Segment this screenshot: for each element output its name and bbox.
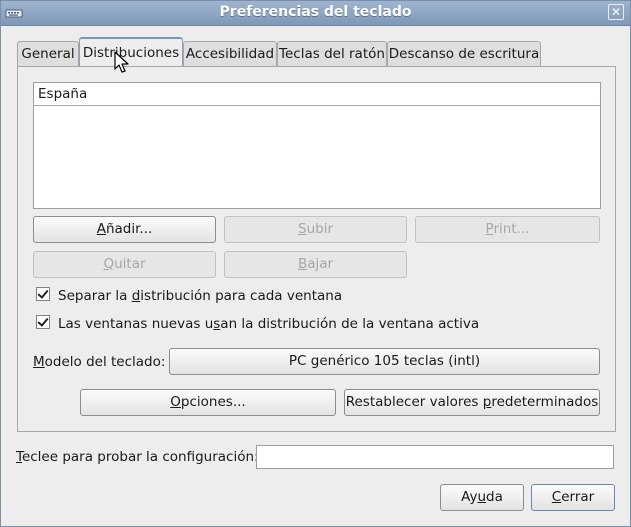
mouse-pointer-icon bbox=[114, 51, 129, 73]
tab-accesibilidad[interactable]: Accesibilidad bbox=[183, 41, 277, 67]
button-text: rint... bbox=[493, 221, 530, 237]
tab-descanso-escritura[interactable]: Descanso de escritura bbox=[387, 41, 541, 67]
button-text: ajar bbox=[307, 256, 334, 272]
layouts-list[interactable]: España bbox=[33, 82, 601, 209]
list-item-label: España bbox=[38, 86, 88, 102]
new-windows-layout-checkbox[interactable] bbox=[36, 315, 50, 329]
test-field-label: Teclee para probar la configuración: bbox=[16, 448, 259, 466]
tab-label: General bbox=[21, 46, 75, 62]
mnemonic: Q bbox=[103, 256, 115, 272]
mnemonic: u bbox=[477, 489, 487, 505]
mnemonic: B bbox=[297, 256, 308, 272]
keyboard-model-label: Modelo del teclado: bbox=[33, 353, 165, 371]
separate-layout-checkbox[interactable] bbox=[36, 287, 50, 301]
mnemonic: S bbox=[297, 221, 307, 237]
checkbox-label: an la distribución de la ventana activa bbox=[220, 316, 480, 332]
mnemonic: C bbox=[551, 489, 562, 505]
button-text: redeterminados bbox=[491, 394, 599, 410]
distribuciones-panel: España Añadir... Subir Print... Quitar B… bbox=[17, 66, 616, 432]
button-text: ñadir... bbox=[105, 221, 153, 237]
button-text: da bbox=[486, 489, 503, 505]
mnemonic: O bbox=[170, 394, 181, 410]
mnemonic: d bbox=[131, 288, 141, 304]
button-text: uitar bbox=[114, 256, 146, 272]
keyboard-preferences-window: Preferencias del teclado ✕ General Distr… bbox=[0, 0, 631, 527]
print-button[interactable]: Print... bbox=[415, 216, 600, 243]
reset-defaults-button[interactable]: Restablecer valores predeterminados bbox=[344, 389, 600, 416]
button-text: errar bbox=[561, 489, 595, 505]
tab-label: Accesibilidad bbox=[185, 46, 275, 62]
tab-label: Descanso de escritura bbox=[388, 46, 540, 62]
close-icon: ✕ bbox=[610, 5, 622, 19]
label-text: eclee para probar la configuración: bbox=[21, 449, 259, 465]
tab-teclas-raton[interactable]: Teclas del ratón bbox=[277, 41, 387, 67]
new-windows-layout-checkbox-row[interactable]: Las ventanas nuevas usan la distribución… bbox=[36, 315, 479, 333]
close-button[interactable]: Cerrar bbox=[531, 484, 615, 511]
add-button[interactable]: Añadir... bbox=[33, 216, 216, 243]
help-button[interactable]: Ayuda bbox=[440, 484, 524, 511]
checkbox-label: Separar la bbox=[58, 288, 132, 304]
keyboard-model-button[interactable]: PC genérico 105 teclas (intl) bbox=[169, 348, 600, 375]
close-window-button[interactable]: ✕ bbox=[608, 4, 624, 20]
label-text: odelo del teclado: bbox=[44, 354, 166, 370]
button-text: pciones... bbox=[180, 394, 246, 410]
remove-button[interactable]: Quitar bbox=[33, 251, 216, 278]
tab-general[interactable]: General bbox=[17, 41, 79, 67]
move-up-button[interactable]: Subir bbox=[224, 216, 407, 243]
checkbox-label: istribución para cada ventana bbox=[140, 288, 343, 304]
button-text: Restablecer valores bbox=[345, 394, 483, 410]
checkbox-label: Las ventanas nuevas u bbox=[58, 316, 214, 332]
list-item[interactable]: España bbox=[34, 83, 600, 106]
button-text: Ay bbox=[461, 489, 478, 505]
window-title: Preferencias del teclado bbox=[219, 4, 412, 20]
button-text: ubir bbox=[306, 221, 333, 237]
test-input[interactable] bbox=[256, 445, 614, 469]
keyboard-model-value: PC genérico 105 teclas (intl) bbox=[288, 353, 481, 369]
options-button[interactable]: Opciones... bbox=[80, 389, 336, 416]
mnemonic: M bbox=[33, 354, 45, 370]
tab-label: Teclas del ratón bbox=[279, 46, 385, 62]
mnemonic: A bbox=[96, 221, 106, 237]
title-bar[interactable]: Preferencias del teclado ✕ bbox=[1, 1, 630, 26]
move-down-button[interactable]: Bajar bbox=[224, 251, 407, 278]
separate-layout-checkbox-row[interactable]: Separar la distribución para cada ventan… bbox=[36, 287, 342, 305]
